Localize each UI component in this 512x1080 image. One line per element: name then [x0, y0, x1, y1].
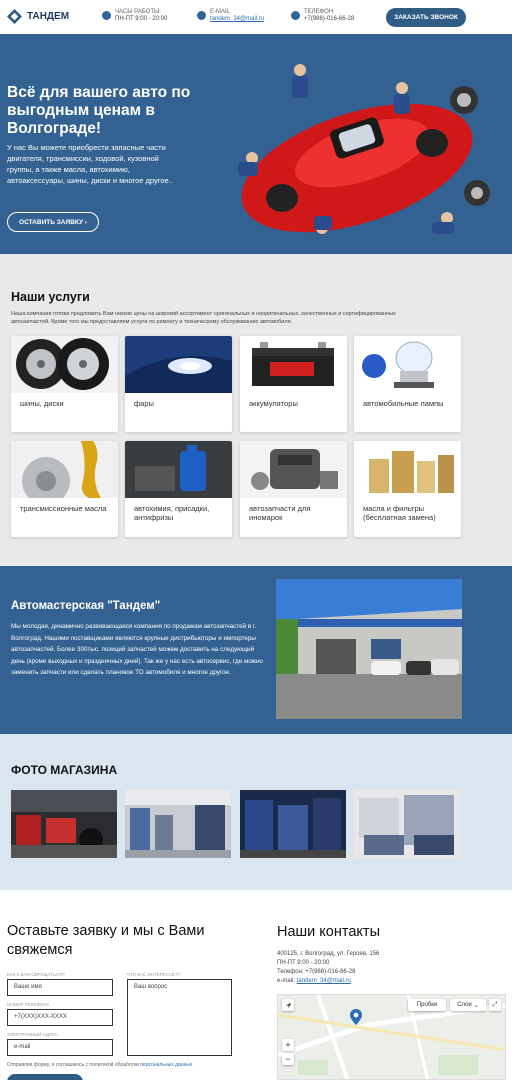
service-card-batteries[interactable]: аккумуляторы [240, 336, 347, 432]
about-section: Автомастерская "Тандем" Мы молодая, дина… [0, 566, 512, 734]
privacy-policy-link[interactable]: персональных данных [140, 1062, 192, 1068]
hero-car-image [238, 64, 490, 234]
traffic-button[interactable]: Пробки [408, 999, 446, 1011]
service-label: шины, диски [20, 399, 64, 408]
tires-image [11, 336, 118, 393]
order-call-button[interactable]: ЗАКАЗАТЬ ЗВОНОК [386, 8, 466, 27]
email-label: ЭЛЕКТРОННЫЙ АДРЕС [7, 1032, 59, 1037]
email-icon [197, 11, 206, 20]
hero-section: Всё для вашего авто по выгодным ценам в … [0, 34, 512, 254]
email-link[interactable]: tandem_34@mail.ru [210, 16, 264, 22]
header-hours: ЧАСЫ РАБОТЫ: ПН-ПТ 9:00 - 20:00 [102, 9, 167, 23]
fullscreen-button[interactable]: ⤢ [489, 999, 501, 1011]
phone-label: НОМЕР ТЕЛЕФОНА [7, 1002, 50, 1007]
service-label: автозапчасти для иномарок [249, 504, 311, 522]
store-photo[interactable] [125, 790, 231, 858]
clock-icon [102, 11, 111, 20]
gallery-title: ФОТО МАГАЗИНА [11, 763, 118, 777]
workshop-photo [276, 579, 462, 719]
store-photo[interactable] [240, 790, 346, 858]
traffic-label: Пробки [416, 1002, 438, 1008]
service-card-foreign-parts[interactable]: автозапчасти для иномарок [240, 441, 347, 537]
leave-request-button[interactable]: ОСТАВИТЬ ЗАЯВКУ › [7, 212, 99, 232]
contact-section: Оставьте заявку и мы с Вами свяжемся КАК… [0, 890, 512, 1080]
lamps-image [354, 336, 461, 393]
contacts-hours: ПН-ПТ 9:00 - 20:00 [277, 960, 330, 966]
contacts-info: 400125, г. Волгоград, ул. Героев, 156 ПН… [277, 950, 477, 986]
question-textarea[interactable]: Ваш вопрос [127, 979, 232, 1056]
layers-button[interactable]: Слои ⌄ [450, 999, 486, 1011]
locate-button[interactable] [282, 999, 294, 1011]
service-label: фары [134, 399, 154, 408]
form-title: Оставьте заявку и мы с Вами свяжемся [7, 923, 205, 958]
logo-text: ТАНДЕМ [27, 11, 70, 22]
about-title: Автомастерская "Тандем" [11, 600, 161, 612]
service-card-oils-filters[interactable]: масла и фильтры (бесплатная замена) [354, 441, 461, 537]
consent-label: Отправляя форму, я соглашаюсь с политико… [7, 1062, 139, 1068]
email-label: E-MAIL [210, 9, 231, 15]
hero-text: У нас Вы можете приобрести запасные част… [7, 143, 173, 185]
service-label: трансмиссионные масла [20, 504, 107, 513]
contacts-email-link[interactable]: tandem_34@mail.ru [297, 978, 351, 984]
name-input[interactable]: Ваше имя [7, 979, 113, 996]
chevron-down-icon: ⌄ [473, 1002, 479, 1009]
hero-title: Всё для вашего авто по выгодным ценам в … [7, 84, 191, 137]
about-text: Мы молодая, динамично развивающаяся комп… [11, 623, 263, 676]
services-title: Наши услуги [11, 290, 90, 304]
phone-icon [291, 11, 300, 20]
store-photo[interactable] [354, 790, 460, 858]
engine-parts-image [240, 441, 347, 498]
locate-icon [285, 1002, 291, 1008]
consent-text: Отправляя форму, я соглашаюсь с политико… [7, 1062, 192, 1068]
contacts-email-label: e-mail: [277, 978, 296, 984]
store-photo[interactable] [11, 790, 117, 858]
hours-value: ПН-ПТ 9:00 - 20:00 [115, 16, 168, 22]
submit-button[interactable] [7, 1074, 83, 1080]
logo[interactable]: ТАНДЕМ [7, 9, 69, 24]
question-label: ЧТО ВАС ИНТЕРЕСУЕТ? [127, 972, 181, 977]
services-intro: Наша компания готова предложить Вам низк… [11, 311, 396, 325]
zoom-out-button[interactable]: − [282, 1053, 294, 1065]
zoom-in-button[interactable]: + [282, 1039, 294, 1051]
gallery-section: ФОТО МАГАЗИНА [0, 734, 512, 890]
logo-icon [7, 9, 22, 24]
battery-image [240, 336, 347, 393]
service-card-tires[interactable]: шины, диски [11, 336, 118, 432]
map-widget[interactable]: Пробки Слои ⌄ ⤢ + − [277, 994, 506, 1080]
contacts-address: 400125, г. Волгоград, ул. Героев, 156 [277, 951, 380, 957]
service-label: масла и фильтры (бесплатная замена) [363, 504, 436, 522]
email-input[interactable]: e-mail [7, 1039, 113, 1056]
map-pin-icon[interactable] [350, 1009, 362, 1025]
phone-label: ТЕЛЕФОН [304, 9, 334, 15]
service-card-lamps[interactable]: автомобильные лампы [354, 336, 461, 432]
header-phone: ТЕЛЕФОН +7(988)-016-66-28 [291, 9, 354, 23]
service-label: автомобильные лампы [363, 399, 444, 408]
service-card-autochemistry[interactable]: автохимия, присадки, антифризы [125, 441, 232, 537]
contacts-title: Наши контакты [277, 924, 380, 940]
hours-label: ЧАСЫ РАБОТЫ: [115, 9, 161, 15]
header-email: E-MAIL tandem_34@mail.ru [197, 9, 264, 23]
headlights-image [125, 336, 232, 393]
expand-icon: ⤢ [492, 1001, 498, 1008]
autochemistry-image [125, 441, 232, 498]
service-label: аккумуляторы [249, 399, 298, 408]
oil-filters-image [354, 441, 461, 498]
phone-value[interactable]: +7(988)-016-66-28 [304, 16, 354, 23]
transmission-oil-image [11, 441, 118, 498]
phone-input[interactable]: +7(XXX)XXX-XXXX [7, 1009, 113, 1026]
service-label: автохимия, присадки, антифризы [134, 504, 210, 522]
service-card-headlights[interactable]: фары [125, 336, 232, 432]
contacts-phone: Телефон: +7(988)-016-66-28 [277, 969, 356, 975]
site-header: ТАНДЕМ ЧАСЫ РАБОТЫ: ПН-ПТ 9:00 - 20:00 E… [0, 0, 512, 34]
service-card-transmission-oils[interactable]: трансмиссионные масла [11, 441, 118, 537]
services-section: Наши услуги Наша компания готова предлож… [0, 254, 512, 566]
name-label: КАК К ВАМ ОБРАЩАТЬСЯ? [7, 972, 65, 977]
layers-label: Слои [457, 1002, 472, 1008]
